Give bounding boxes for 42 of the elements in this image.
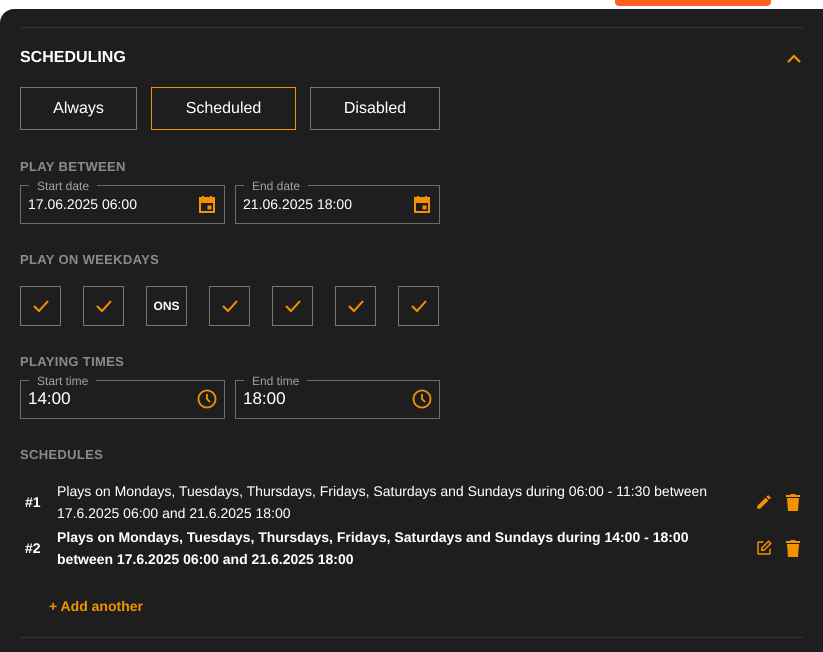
weekday-label: ONS <box>153 298 180 315</box>
schedule-description: Plays on Mondays, Tuesdays, Thursdays, Fridays, Saturdays and Sundays during 06:00 - 11:30 between 17.6.2025 06:00 and 21.6.2025 18:00 <box>57 482 708 523</box>
mode-tab[interactable]: Disabled <box>310 87 440 130</box>
schedule-number: #2 <box>24 538 42 558</box>
field-label: End time <box>251 374 300 386</box>
collapse-icon[interactable] <box>787 54 801 62</box>
input-field[interactable]: Start time 14:00 <box>20 374 225 418</box>
calendar-icon[interactable] <box>412 194 432 214</box>
weekday-checkbox[interactable] <box>335 286 376 326</box>
clock-icon[interactable] <box>197 389 217 409</box>
weekday-checkbox[interactable] <box>20 286 61 326</box>
section-heading: PLAY BETWEEN <box>20 158 127 176</box>
mode-tab[interactable]: Always <box>20 87 137 130</box>
weekday-checkbox[interactable] <box>83 286 124 326</box>
weekday-checkbox[interactable]: ONS <box>146 286 187 326</box>
clock-icon[interactable] <box>412 389 432 409</box>
section-heading: SCHEDULES <box>20 446 104 464</box>
field-label: Start time <box>36 374 90 386</box>
field-value: 21.06.2025 18:00 <box>243 194 352 214</box>
trash-icon[interactable] <box>785 539 801 557</box>
schedule-description: Plays on Mondays, Tuesdays, Thursdays, Fridays, Saturdays and Sundays during 14:00 - 18:00 between 17.6.2025 06:00 and 21.6.2025 18:00 <box>57 528 690 569</box>
calendar-icon[interactable] <box>197 194 217 214</box>
field-label: End date <box>251 180 302 192</box>
edit-icon[interactable] <box>755 539 773 557</box>
section-title: SCHEDULING <box>20 48 126 68</box>
field-value: 18:00 <box>243 388 286 410</box>
section-heading: PLAY ON WEEKDAYS <box>20 250 160 268</box>
field-value: 14:00 <box>28 388 71 410</box>
section-heading: PLAYING TIMES <box>20 353 126 371</box>
field-value: 17.06.2025 06:00 <box>28 194 137 214</box>
trash-icon[interactable] <box>785 493 801 511</box>
field-label: Start date <box>36 180 90 192</box>
pencil-icon[interactable] <box>755 493 773 511</box>
input-field[interactable]: Start date 17.06.2025 06:00 <box>20 180 225 224</box>
schedule-number: #1 <box>24 492 42 512</box>
weekday-checkbox[interactable] <box>398 286 439 326</box>
mode-tab[interactable]: Scheduled <box>151 87 296 130</box>
weekday-checkbox[interactable] <box>209 286 250 326</box>
input-field[interactable]: End date 21.06.2025 18:00 <box>235 180 440 224</box>
input-field[interactable]: End time 18:00 <box>235 374 440 418</box>
weekday-checkbox[interactable] <box>272 286 313 326</box>
add-link[interactable]: + Add another <box>49 596 143 617</box>
